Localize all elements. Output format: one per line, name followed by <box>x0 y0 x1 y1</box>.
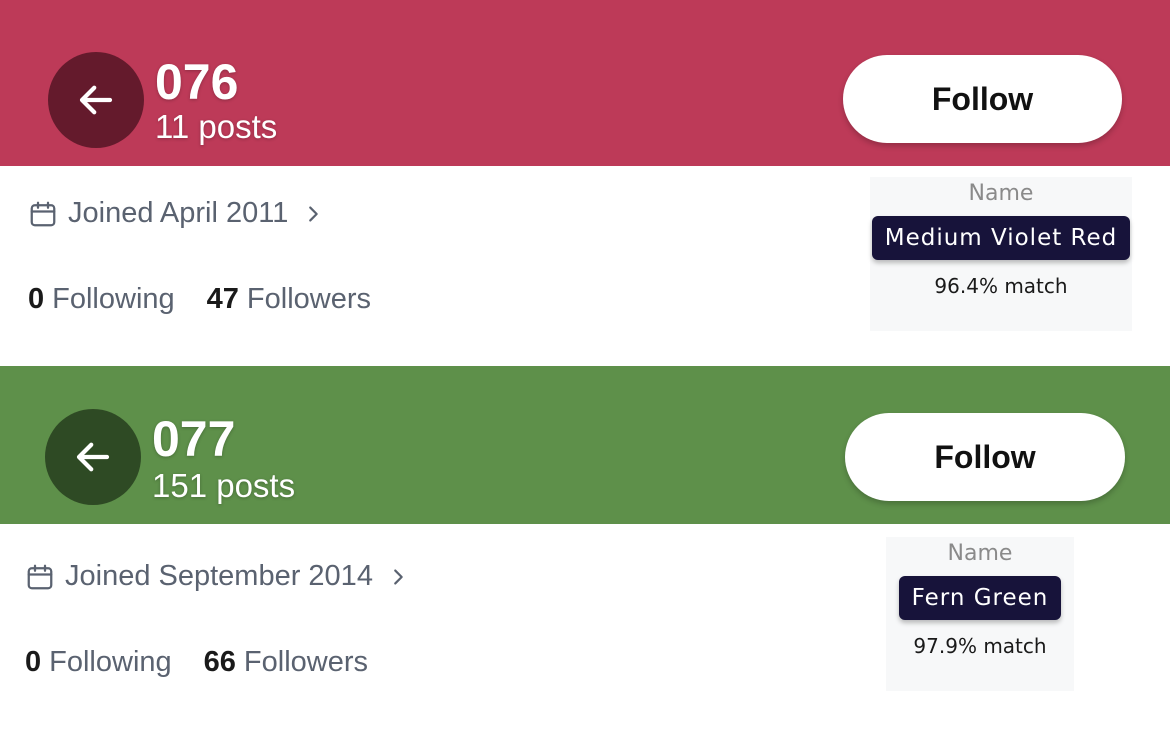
following-label: Following <box>52 283 175 315</box>
back-button[interactable] <box>45 409 141 505</box>
followers-label: Followers <box>243 646 368 678</box>
color-name-chip: Medium Violet Red <box>871 216 1131 260</box>
following-count: 0 <box>25 646 42 678</box>
following-count: 0 <box>28 283 45 315</box>
back-arrow-icon <box>79 85 113 115</box>
color-name-chip: Fern Green <box>898 576 1062 620</box>
followers-count: 47 <box>206 283 239 315</box>
following-stat[interactable]: 0 Following <box>28 283 175 316</box>
follow-stats: 0 Following 47 Followers <box>28 283 371 316</box>
follow-button[interactable]: Follow <box>843 55 1122 143</box>
post-count: 151 posts <box>152 467 296 504</box>
followers-stat[interactable]: 47 Followers <box>207 283 371 316</box>
match-percentage: 96.4% match <box>934 274 1068 298</box>
joined-date-link[interactable]: Joined September 2014 <box>25 560 409 593</box>
name-label: Name <box>968 181 1034 206</box>
chevron-right-icon <box>394 568 403 585</box>
calendar-icon <box>30 201 56 226</box>
back-button[interactable] <box>48 52 144 148</box>
following-stat[interactable]: 0 Following <box>25 646 172 679</box>
back-arrow-icon <box>76 442 110 472</box>
followers-stat[interactable]: 66 Followers <box>204 646 368 679</box>
chevron-right-icon <box>309 205 319 222</box>
following-label: Following <box>49 646 172 678</box>
calendar-icon <box>27 564 53 589</box>
color-name-panel: Name Medium Violet Red 96.4% match <box>870 177 1132 331</box>
follow-button[interactable]: Follow <box>845 413 1125 501</box>
profile-handle: 077 <box>152 411 236 467</box>
profile-handle: 076 <box>155 54 239 110</box>
joined-date-text: Joined April 2011 <box>68 197 289 229</box>
joined-date-link[interactable]: Joined April 2011 <box>28 197 324 230</box>
follow-stats: 0 Following 66 Followers <box>25 646 368 679</box>
match-percentage: 97.9% match <box>913 634 1047 658</box>
name-label: Name <box>947 541 1013 566</box>
followers-label: Followers <box>246 283 371 315</box>
joined-date-text: Joined September 2014 <box>65 560 373 592</box>
followers-count: 66 <box>203 646 236 678</box>
post-count: 11 posts <box>155 108 278 145</box>
color-name-panel: Name Fern Green 97.9% match <box>886 537 1074 691</box>
